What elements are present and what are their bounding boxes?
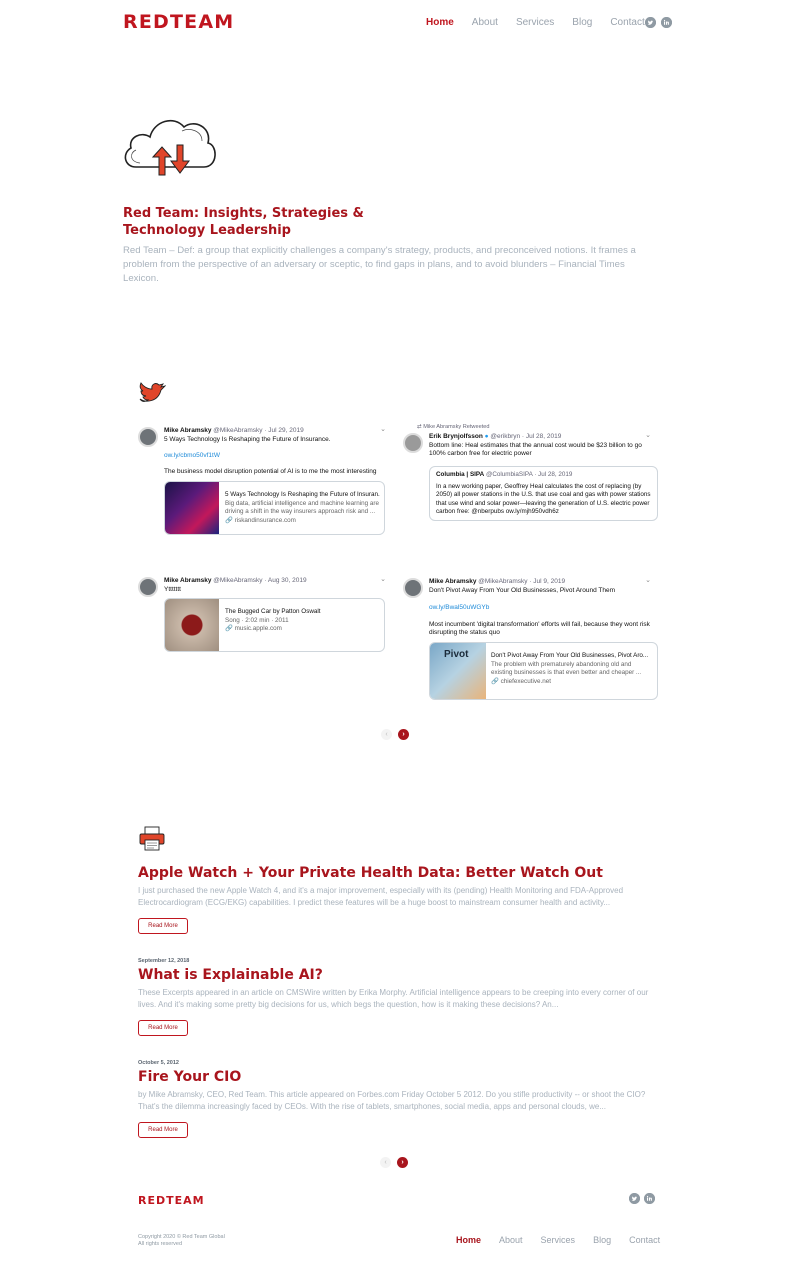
card-title: The Bugged Car by Patton Oswalt: [225, 608, 321, 615]
blog-post: September 12, 2018 What is Explainable A…: [138, 958, 658, 1036]
header-social: [645, 17, 672, 28]
post-date: September 12, 2018: [138, 958, 190, 964]
tweet-card[interactable]: ⌄ Mike Abramsky @MikeAbramsky · Jul 29, …: [138, 425, 388, 537]
copyright: Copyright 2020 © Red Team Global All rig…: [138, 1234, 225, 1247]
read-more-button[interactable]: Read More: [138, 1122, 188, 1138]
avatar: [138, 427, 158, 447]
tweet-card[interactable]: ⇄ Mike Abramsky Retweeted ⌄ Erik Brynjol…: [403, 424, 658, 523]
tweet-text: Yttttttt: [164, 586, 181, 593]
card-description: Big data, artificial intelligence and ma…: [225, 499, 380, 516]
hero-description: Red Team – Def: a group that explicitly …: [123, 245, 636, 284]
twitter-bird-icon: [138, 381, 167, 407]
card-title: Don't Pivot Away From Your Old Businesse…: [491, 652, 649, 659]
tweet-pager: ‹ ›: [381, 729, 421, 741]
linkedin-icon[interactable]: [644, 1193, 655, 1204]
post-excerpt: These Excerpts appeared in an article on…: [138, 988, 649, 1009]
card-source: 🔗 chiefexecutive.net: [491, 677, 551, 685]
post-title[interactable]: What is Explainable AI?: [138, 966, 658, 984]
footer-nav-services[interactable]: Services: [541, 1235, 576, 1245]
tweet-card[interactable]: ⌄ Mike Abramsky @MikeAbramsky · Aug 30, …: [138, 575, 388, 657]
tweet-link-card[interactable]: 5 Ways Technology Is Reshaping the Futur…: [164, 481, 385, 535]
site-header: REDTEAM Home About Services Blog Contact: [0, 0, 789, 46]
printer-icon: [138, 826, 166, 852]
blog-pager: ‹ ›: [380, 1157, 420, 1169]
card-source: 🔗 music.apple.com: [225, 625, 282, 632]
tweet-link-card[interactable]: The Bugged Car by Patton Oswalt Song · 2…: [164, 598, 385, 652]
footer-social: [629, 1193, 655, 1204]
post-excerpt: I just purchased the new Apple Watch 4, …: [138, 886, 624, 907]
footer-nav-contact[interactable]: Contact: [629, 1235, 660, 1245]
post-excerpt: by Mike Abramsky, CEO, Red Team. This ar…: [138, 1090, 646, 1111]
chevron-down-icon[interactable]: ⌄: [380, 425, 386, 433]
tweet-text: Don't Pivot Away From Your Old Businesse…: [429, 587, 615, 594]
footer-nav-blog[interactable]: Blog: [593, 1235, 611, 1245]
twitter-icon[interactable]: [629, 1193, 640, 1204]
post-title[interactable]: Fire Your CIO: [138, 1068, 658, 1086]
read-more-button[interactable]: Read More: [138, 1020, 188, 1036]
tweet-text: The business model disruption potential …: [164, 468, 377, 475]
post-date: October 5, 2012: [138, 1060, 179, 1066]
quoted-tweet-text: In a new working paper, Geoffrey Heal ca…: [436, 482, 651, 516]
card-description: The problem with prematurely abandoning …: [491, 660, 642, 677]
tweet-header: Mike Abramsky @MikeAbramsky · Aug 30, 20…: [164, 577, 307, 584]
main-nav: Home About Services Blog Contact: [426, 17, 663, 28]
card-description: Song · 2:02 min · 2011: [225, 616, 289, 624]
tweet-link[interactable]: ow.ly/Bwal50uWGYb: [429, 604, 489, 611]
tweet-text: Most incumbent 'digital transformation' …: [429, 621, 650, 636]
chevron-down-icon[interactable]: ⌄: [645, 431, 651, 439]
blog-post: October 5, 2012 Fire Your CIO by Mike Ab…: [138, 1060, 658, 1138]
nav-blog[interactable]: Blog: [572, 17, 592, 28]
nav-home[interactable]: Home: [426, 17, 454, 28]
nav-contact[interactable]: Contact: [610, 17, 644, 28]
cloud-transfer-icon: [122, 113, 218, 183]
read-more-button[interactable]: Read More: [138, 918, 188, 934]
post-title[interactable]: Apple Watch + Your Private Health Data: …: [138, 864, 658, 882]
next-button[interactable]: ›: [398, 729, 409, 740]
card-title: 5 Ways Technology Is Reshaping the Futur…: [225, 491, 380, 498]
tweet-text: Bottom line: Heal estimates that the ann…: [429, 442, 642, 457]
footer-nav: Home About Services Blog Contact: [456, 1235, 678, 1245]
nav-about[interactable]: About: [472, 17, 498, 28]
quoted-tweet-header: Columbia | SIPA @ColumbiaSIPA · Jul 28, …: [436, 471, 573, 478]
site-logo[interactable]: REDTEAM: [123, 11, 234, 33]
footer-nav-about[interactable]: About: [499, 1235, 523, 1245]
next-button[interactable]: ›: [397, 1157, 408, 1168]
tweet-text: 5 Ways Technology Is Reshaping the Futur…: [164, 436, 331, 443]
tweet-header: Mike Abramsky @MikeAbramsky · Jul 29, 20…: [164, 427, 304, 434]
card-thumbnail: [165, 482, 219, 534]
card-thumbnail: [165, 599, 219, 651]
previous-button[interactable]: ‹: [381, 729, 392, 740]
tweet-header: Erik Brynjolfsson ● @erikbryn · Jul 28, …: [429, 433, 562, 440]
footer-logo[interactable]: REDTEAM: [138, 1194, 205, 1207]
tweet-link[interactable]: ow.ly/cbmo50vf1tW: [164, 452, 220, 459]
avatar: [403, 578, 423, 598]
nav-services[interactable]: Services: [516, 17, 554, 28]
retweet-label: ⇄ Mike Abramsky Retweeted: [417, 424, 490, 430]
card-thumbnail: Pivot: [430, 643, 486, 699]
twitter-icon[interactable]: [645, 17, 656, 28]
avatar: [403, 433, 423, 453]
tweet-link-card[interactable]: Pivot Don't Pivot Away From Your Old Bus…: [429, 642, 658, 700]
hero-title: Red Team: Insights, Strategies & Technol…: [123, 206, 364, 238]
tweet-header: Mike Abramsky @MikeAbramsky · Jul 9, 201…: [429, 578, 566, 585]
post-date: [138, 856, 658, 864]
avatar: [138, 577, 158, 597]
chevron-down-icon[interactable]: ⌄: [645, 576, 651, 584]
tweet-card[interactable]: ⌄ Mike Abramsky @MikeAbramsky · Jul 9, 2…: [403, 576, 658, 703]
blog-post: Apple Watch + Your Private Health Data: …: [138, 856, 658, 934]
card-source: 🔗 riskandinsurance.com: [225, 516, 296, 524]
chevron-down-icon[interactable]: ⌄: [380, 575, 386, 583]
footer-nav-home[interactable]: Home: [456, 1235, 481, 1245]
previous-button[interactable]: ‹: [380, 1157, 391, 1168]
linkedin-icon[interactable]: [661, 17, 672, 28]
quoted-tweet[interactable]: Columbia | SIPA @ColumbiaSIPA · Jul 28, …: [429, 466, 658, 521]
